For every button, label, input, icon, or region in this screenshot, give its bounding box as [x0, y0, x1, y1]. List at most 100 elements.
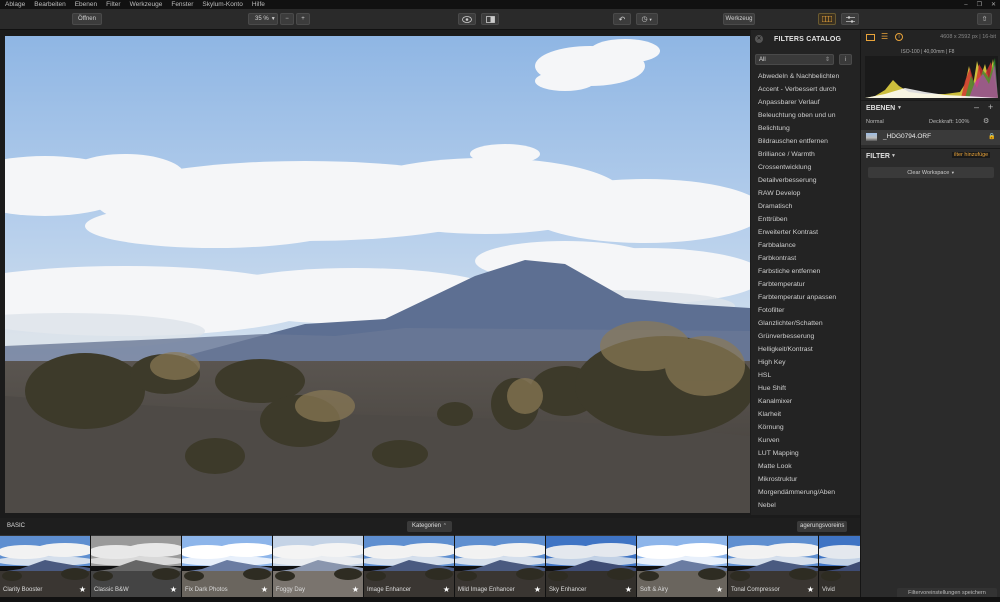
preset-thumbnail[interactable]: Sky Enhancer ★ — [546, 535, 636, 597]
undo-button[interactable]: ↶ — [613, 13, 631, 25]
catalog-item[interactable]: Kanalmixer — [751, 395, 854, 408]
preset-thumbnail[interactable]: Foggy Day ★ — [273, 535, 363, 597]
catalog-item[interactable]: Belichtung — [751, 122, 854, 135]
catalog-item[interactable]: Farbstiche entfernen — [751, 265, 854, 278]
opacity-select[interactable]: Deckkraft: 100% — [929, 119, 969, 125]
blend-mode-select[interactable]: Normal — [866, 119, 884, 125]
catalog-item[interactable]: Detailverbesserung — [751, 174, 854, 187]
adjust-panel-button[interactable] — [841, 13, 859, 25]
star-icon[interactable]: ★ — [534, 585, 541, 594]
catalog-item[interactable]: High Key — [751, 356, 854, 369]
layers-icon[interactable]: ☰ — [881, 32, 888, 41]
minimize-icon[interactable]: – — [964, 2, 967, 8]
catalog-item[interactable]: Mikrostruktur — [751, 473, 854, 486]
menu-filter[interactable]: Filter — [106, 0, 120, 9]
presets-button[interactable]: agerungsvoreins — [797, 521, 848, 532]
catalog-item[interactable]: HSL — [751, 369, 854, 382]
catalog-item[interactable]: Farbtemperatur anpassen — [751, 291, 854, 304]
preset-thumbnail[interactable]: Fix Dark Photos ★ — [182, 535, 272, 597]
menu-hilfe[interactable]: Hilfe — [252, 0, 265, 9]
layers-section: EBENEN ▼ – + Normal Deckkraft: 100% ⚙ — [861, 100, 1000, 130]
history-button[interactable]: ◷ ▼ — [636, 13, 658, 25]
catalog-item[interactable]: Abwedeln & Nachbelichten — [751, 70, 854, 83]
star-icon[interactable]: ★ — [625, 585, 632, 594]
preset-thumbnail[interactable]: Image Enhancer ★ — [364, 535, 454, 597]
category-tab[interactable]: BASIC — [7, 523, 25, 529]
categories-button[interactable]: Kategorien ⌃ — [407, 521, 452, 532]
preset-thumbnail[interactable]: Mild Image Enhancer ★ — [455, 535, 545, 597]
star-icon[interactable]: ★ — [79, 585, 86, 594]
star-icon[interactable]: ★ — [352, 585, 359, 594]
catalog-item[interactable]: Glanzlichter/Schatten — [751, 317, 854, 330]
menu-fenster[interactable]: Fenster — [171, 0, 193, 9]
preset-thumbnail[interactable]: Clarity Booster ★ — [0, 535, 90, 597]
catalog-item[interactable]: Brilliance / Warmth — [751, 148, 854, 161]
preview-eye-button[interactable] — [458, 13, 476, 25]
menu-ablage[interactable]: Ablage — [5, 0, 25, 9]
catalog-item[interactable]: Nebel — [751, 499, 854, 512]
star-icon[interactable]: ★ — [170, 585, 177, 594]
zoom-in-button[interactable]: + — [296, 13, 310, 25]
preset-label: Soft & Airy — [640, 587, 669, 593]
lock-icon[interactable]: 🔒 — [988, 133, 995, 140]
catalog-item[interactable]: Bildrauschen entfernen — [751, 135, 854, 148]
catalog-item[interactable]: Dramatisch — [751, 200, 854, 213]
menu-werkzeuge[interactable]: Werkzeuge — [130, 0, 163, 9]
catalog-item[interactable]: Accent - Verbessert durch — [751, 83, 854, 96]
layer-row[interactable]: _HDG0794.ORF 🔒 — [861, 130, 1000, 145]
remove-layer-icon[interactable]: – — [974, 102, 979, 112]
catalog-item[interactable]: Hue Shift — [751, 382, 854, 395]
tools-button[interactable]: Werkzeug — [723, 13, 755, 25]
preset-thumbnail[interactable]: Vivid★ — [819, 535, 860, 597]
catalog-item[interactable]: Farbkontrast — [751, 252, 854, 265]
add-filter-button[interactable]: ilter hinzufüge — [952, 152, 991, 158]
catalog-item[interactable]: Klarheit — [751, 408, 854, 421]
layers-title[interactable]: EBENEN — [866, 105, 895, 112]
info-icon[interactable]: i — [839, 54, 852, 65]
star-icon[interactable]: ★ — [716, 585, 723, 594]
open-button[interactable]: Öffnen — [72, 13, 102, 25]
image-canvas[interactable] — [5, 36, 750, 513]
star-icon[interactable]: ★ — [807, 585, 814, 594]
catalog-item[interactable]: Farbbalance — [751, 239, 854, 252]
catalog-item[interactable]: Erweiterter Kontrast — [751, 226, 854, 239]
zoom-out-button[interactable]: − — [280, 13, 294, 25]
star-icon[interactable]: ★ — [261, 585, 268, 594]
star-icon[interactable]: ★ — [443, 585, 450, 594]
catalog-item[interactable]: Fotofilter — [751, 304, 854, 317]
preset-thumbnail[interactable]: Tonal Compressor ★ — [728, 535, 818, 597]
gear-icon[interactable]: ⚙ — [983, 117, 989, 125]
menu-skylum-konto[interactable]: Skylum-Konto — [202, 0, 242, 9]
catalog-filter-select[interactable]: All ⇕ — [755, 54, 834, 65]
menu-bearbeiten[interactable]: Bearbeiten — [34, 0, 65, 9]
image-icon[interactable] — [866, 34, 875, 41]
catalog-item[interactable]: LUT Mapping — [751, 447, 854, 460]
catalog-item[interactable]: Farbtemperatur — [751, 278, 854, 291]
catalog-item[interactable]: RAW Develop — [751, 187, 854, 200]
filter-title[interactable]: FILTER — [866, 153, 890, 160]
close-icon[interactable]: ✕ — [755, 35, 763, 43]
catalog-item[interactable]: Crossentwicklung — [751, 161, 854, 174]
catalog-item[interactable]: Helligkeit/Kontrast — [751, 343, 854, 356]
close-icon[interactable]: ✕ — [991, 1, 996, 8]
info-icon[interactable]: i — [895, 33, 903, 41]
catalog-item[interactable]: Grünverbesserung — [751, 330, 854, 343]
catalog-item[interactable]: Körnung — [751, 421, 854, 434]
menu-ebenen[interactable]: Ebenen — [75, 0, 97, 9]
catalog-item[interactable]: Beleuchtung oben und un — [751, 109, 854, 122]
catalog-item[interactable]: Enttrüben — [751, 213, 854, 226]
preset-label: Image Enhancer — [367, 587, 412, 593]
catalog-item[interactable]: Morgendämmerung/Aben — [751, 486, 854, 499]
workspace-select[interactable]: Clear Workspace ▼ — [868, 167, 994, 178]
zoom-select[interactable]: 35 % ▼ — [248, 13, 278, 25]
share-button[interactable]: ⇧ — [977, 13, 992, 25]
add-layer-icon[interactable]: + — [988, 102, 993, 112]
catalog-item[interactable]: Kurven — [751, 434, 854, 447]
preset-thumbnail[interactable]: Soft & Airy ★ — [637, 535, 727, 597]
catalog-toggle-button[interactable] — [818, 13, 836, 25]
compare-button[interactable] — [481, 13, 499, 25]
restore-icon[interactable]: ❐ — [977, 1, 982, 8]
preset-thumbnail[interactable]: Classic B&W ★ — [91, 535, 181, 597]
catalog-item[interactable]: Anpassbarer Verlauf — [751, 96, 854, 109]
catalog-item[interactable]: Matte Look — [751, 460, 854, 473]
